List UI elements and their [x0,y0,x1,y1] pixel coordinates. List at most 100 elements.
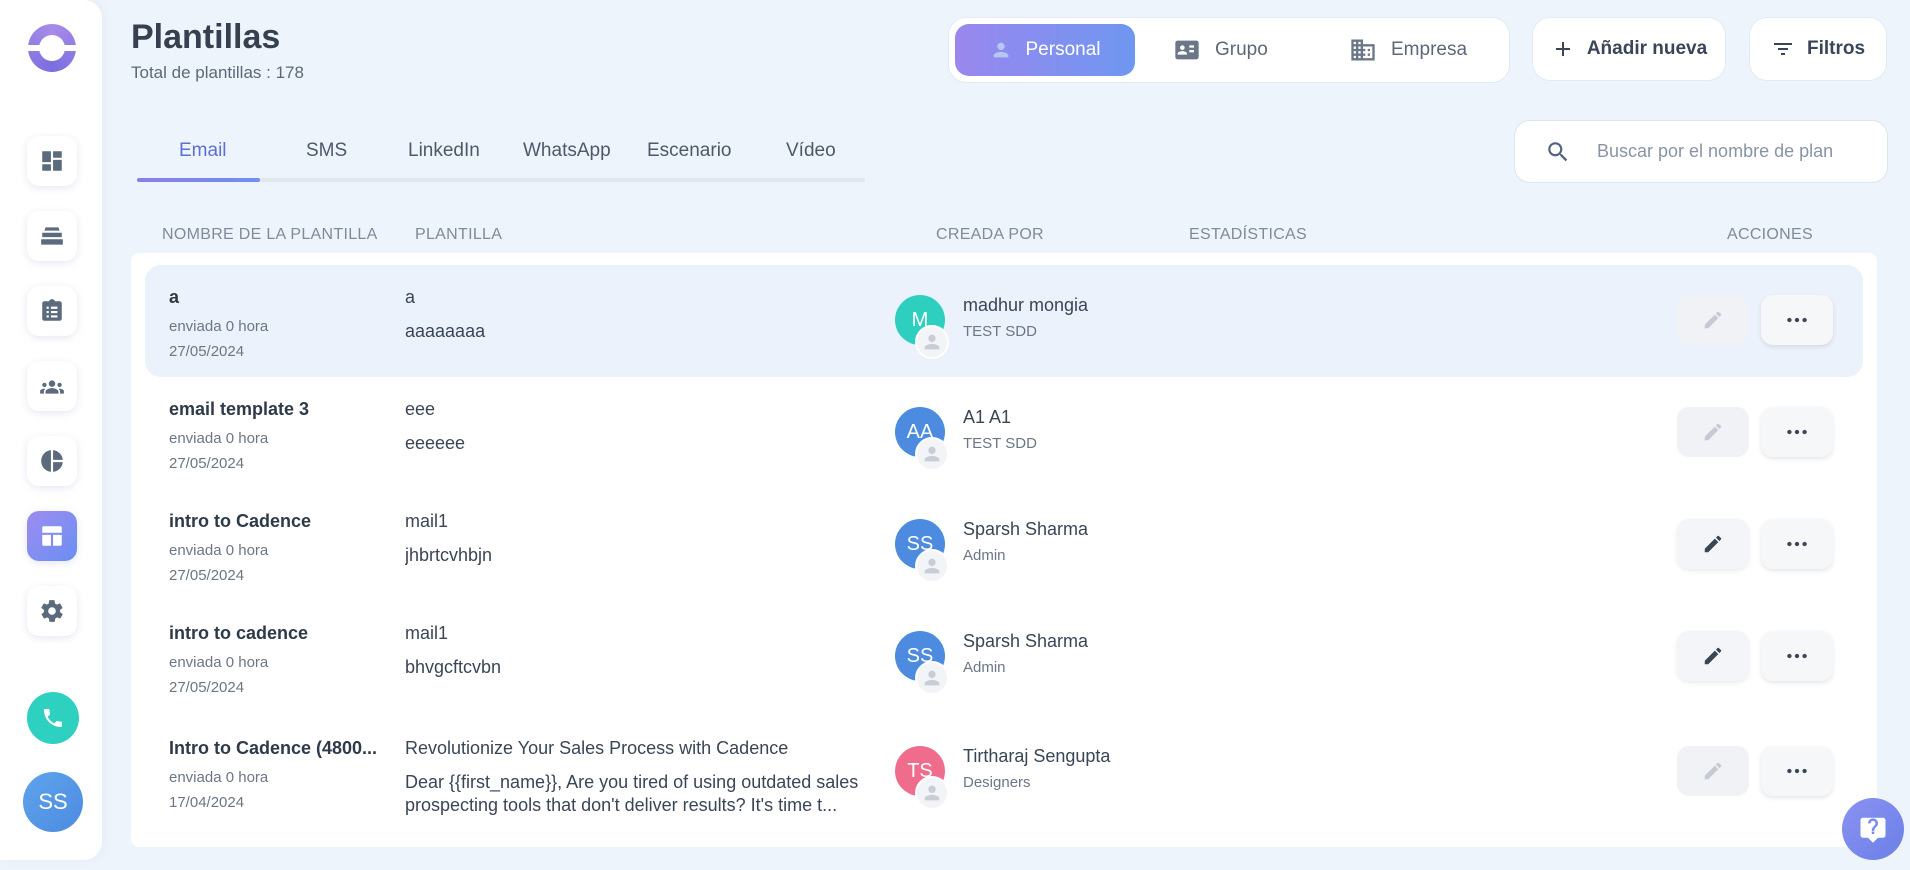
edit-button[interactable] [1677,295,1749,345]
edit-button[interactable] [1677,407,1749,457]
filter-icon [1773,43,1792,55]
add-new-label: Añadir nueva [1586,38,1708,59]
tab-scenario[interactable]: Escenario [647,140,732,162]
template-name[interactable]: email template 3 [169,399,379,420]
tab-email[interactable]: Email [179,140,227,162]
more-actions-button[interactable] [1761,295,1833,345]
template-name[interactable]: a [169,287,379,308]
search-icon [1548,141,1568,161]
template-count: Total de plantillas : 178 [131,63,304,82]
dashboard-icon [42,151,62,171]
creator-role: TEST SDD [963,435,1037,452]
default-user-icon [924,785,940,801]
template-body-preview: Dear {{first_name}}, Are you tired of us… [405,772,859,815]
channel-tabs: Email SMS LinkedIn WhatsApp Escenario Ví… [137,130,865,182]
more-horizontal-icon [1787,768,1807,774]
template-subject: mail1 [405,623,449,643]
id-card-icon [1175,40,1199,60]
template-subject: a [405,287,416,307]
inbox-stack-icon [41,227,63,245]
edit-button[interactable] [1677,631,1749,681]
tab-whatsapp[interactable]: WhatsApp [523,140,611,162]
logo-cut [24,45,80,51]
sidebar-item-settings[interactable] [27,586,77,636]
template-date: 27/05/2024 [169,679,245,696]
more-actions-button[interactable] [1761,746,1833,796]
building-icon [1351,39,1375,61]
scope-personal-button[interactable]: Personal [955,24,1135,76]
template-content-cell: mail1 jhbrtcvhbjn [405,511,877,567]
creator-sub-avatar [915,325,949,359]
sidebar-item-dashboard[interactable] [27,136,77,186]
search-input[interactable] [1597,141,1887,162]
more-actions-button[interactable] [1761,407,1833,457]
table-row[interactable]: email template 3 enviada 0 hora 27/05/2024… [145,377,1863,489]
template-name[interactable]: intro to cadence [169,623,379,644]
creator-sub-avatar [915,549,949,583]
default-user-icon [924,558,940,574]
column-header-template: PLANTILLA [415,226,503,243]
tab-sms[interactable]: SMS [306,140,347,162]
table-row[interactable]: intro to Cadence enviada 0 hora 27/05/2024… [145,489,1863,601]
sidebar-item-people[interactable] [27,361,77,411]
table-row[interactable]: intro to cadence enviada 0 hora 27/05/2024… [145,601,1863,713]
template-name[interactable]: intro to Cadence [169,511,379,532]
template-body-preview: bhvgcftcvbn [405,657,502,677]
template-subject: Revolutionize Your Sales Process with Ca… [405,738,789,758]
template-content-cell: Revolutionize Your Sales Process with Ca… [405,738,877,817]
pencil-icon [1704,423,1722,441]
scope-toggle: Personal Grupo Empresa [948,17,1510,83]
gear-icon [41,600,63,622]
scope-group-label: Grupo [1215,39,1268,60]
more-actions-button[interactable] [1761,631,1833,681]
template-date: 27/05/2024 [169,343,245,360]
pencil-icon [1704,762,1722,780]
add-new-button[interactable]: Añadir nueva [1532,17,1726,81]
help-button[interactable] [1842,798,1904,860]
template-name-cell: email template 3 enviada 0 hora 27/05/2024 [169,399,379,472]
sidebar-item-tasks[interactable] [27,286,77,336]
search-box [1514,120,1888,183]
creator-name: madhur mongia [963,295,1089,315]
edit-button[interactable] [1677,746,1749,796]
template-content-cell: eee eeeeee [405,399,877,455]
active-tab-indicator [137,178,260,182]
creator-name: A1 A1 [963,407,1012,427]
pie-chart-icon [41,450,63,472]
pencil-icon [1704,311,1722,329]
user-avatar[interactable]: SS [23,772,83,832]
more-actions-button[interactable] [1761,519,1833,569]
more-horizontal-icon [1787,541,1807,547]
edit-button[interactable] [1677,519,1749,569]
pencil-icon [1704,647,1722,665]
template-name[interactable]: Intro to Cadence (4800... [169,738,379,759]
sidebar-item-templates[interactable] [27,511,77,561]
more-horizontal-icon [1787,317,1807,323]
scope-company-button[interactable]: Empresa [1331,24,1485,76]
filters-label: Filtros [1806,38,1866,59]
creator-name: Tirtharaj Sengupta [963,746,1111,766]
more-horizontal-icon [1787,429,1807,435]
tab-linkedin[interactable]: LinkedIn [408,140,480,162]
sidebar-item-inbox[interactable] [27,211,77,261]
sidebar-item-reports[interactable] [27,436,77,486]
scope-group-button[interactable]: Grupo [1155,24,1286,76]
template-content-cell: a aaaaaaaa [405,287,877,343]
creator-sub-avatar [915,776,949,810]
scope-personal-label: Personal [1025,39,1101,60]
template-date: 27/05/2024 [169,567,245,584]
scope-company-label: Empresa [1391,39,1468,60]
pencil-icon [1704,535,1722,553]
page-title: Plantillas [131,18,281,56]
template-body-preview: aaaaaaaa [405,321,486,341]
tab-video[interactable]: Vídeo [786,140,836,162]
more-horizontal-icon [1787,653,1807,659]
phone-button[interactable] [27,692,79,744]
person-icon [993,42,1008,58]
filters-button[interactable]: Filtros [1749,17,1887,81]
table-row[interactable]: a enviada 0 hora 27/05/2024 a aaaaaaaa Mmadhu… [145,265,1863,377]
creator-role: Admin [963,659,1006,676]
plus-icon [1555,42,1570,56]
template-date: 17/04/2024 [169,794,245,811]
table-row[interactable]: Intro to Cadence (4800... enviada 0 hora 1… [145,716,1863,828]
